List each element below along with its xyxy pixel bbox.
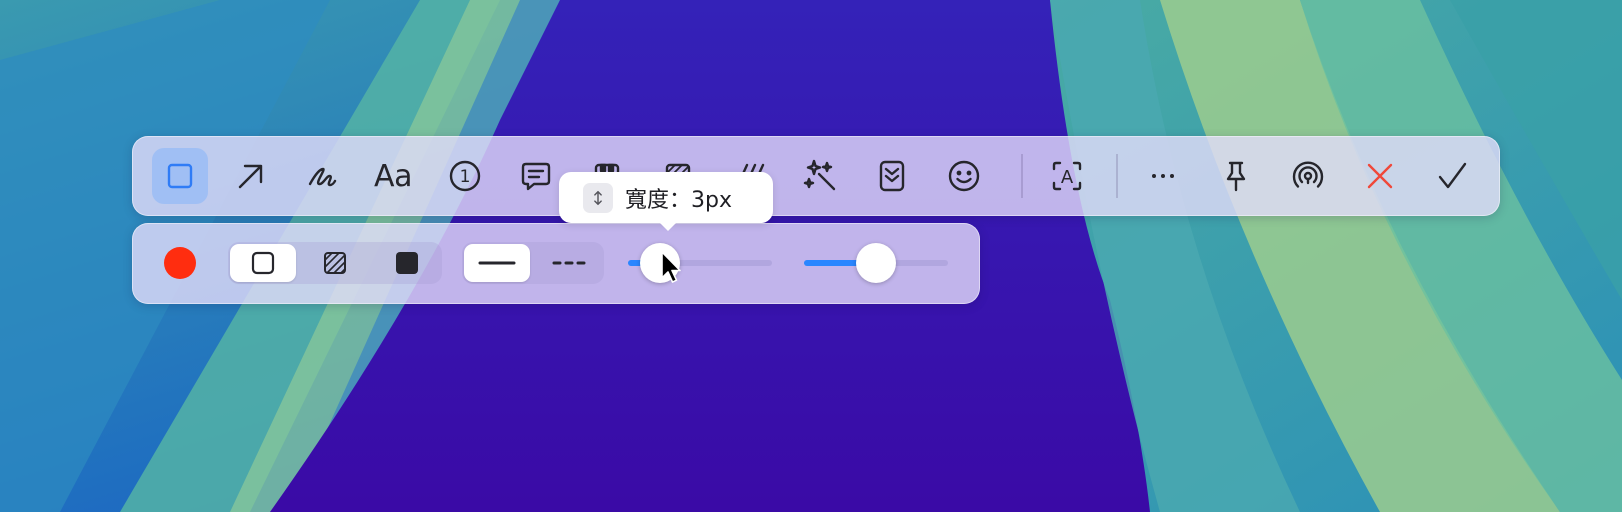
smiley-icon	[948, 160, 980, 192]
outline-square-icon	[251, 251, 275, 275]
share-button[interactable]	[1280, 148, 1336, 204]
annotation-toolbar: Aa 1 A	[132, 136, 1500, 216]
magic-wand-sparkles-icon	[803, 159, 836, 191]
rectangle-tool-button[interactable]	[152, 148, 208, 204]
toolbar-divider	[1021, 154, 1023, 198]
airdrop-icon	[1292, 161, 1324, 188]
arrow-tool-button[interactable]	[223, 148, 279, 204]
solid-line-icon	[478, 261, 516, 265]
fill-mode-solid[interactable]	[374, 244, 440, 282]
scribble-icon	[308, 167, 337, 187]
number-circle-icon: 1	[449, 160, 481, 192]
ocr-button[interactable]: A	[1039, 148, 1095, 204]
tooltip-arrow	[659, 222, 677, 231]
text-tool-button[interactable]: Aa	[365, 148, 421, 204]
checkmark-icon	[1438, 162, 1467, 189]
pen-tool-button[interactable]	[294, 148, 350, 204]
hatched-square-icon	[324, 252, 346, 274]
line-style-selector	[462, 242, 604, 284]
toolbar-divider	[1116, 154, 1118, 198]
line-style-solid[interactable]	[464, 244, 530, 282]
mouse-pointer-icon	[661, 251, 681, 283]
confirm-button[interactable]	[1424, 148, 1480, 204]
line-style-dashed[interactable]	[536, 244, 602, 282]
ocr-letter: A	[1061, 167, 1074, 188]
sticker-tool-button[interactable]	[936, 148, 992, 204]
opacity-slider[interactable]	[804, 243, 948, 283]
text-icon: Aa	[374, 158, 412, 194]
chevrons-down-icon	[879, 160, 905, 192]
vertical-resize-icon	[583, 182, 613, 213]
filled-square-icon	[396, 252, 418, 274]
fill-mode-hatched[interactable]	[302, 244, 368, 282]
color-picker-swatch[interactable]	[164, 247, 196, 279]
square-icon	[167, 163, 193, 189]
speech-bubble-icon	[521, 162, 551, 191]
tooltip-label: 寬度：3px	[625, 187, 732, 213]
counter-number: 1	[460, 167, 471, 187]
more-dots-icon	[1152, 174, 1174, 178]
counter-tool-button[interactable]: 1	[437, 148, 493, 204]
long-screenshot-button[interactable]	[864, 148, 920, 204]
dashed-line-icon	[552, 261, 586, 265]
arrow-up-right-icon	[238, 164, 263, 189]
fill-mode-selector	[228, 242, 442, 284]
cancel-button[interactable]	[1352, 148, 1408, 204]
stroke-width-slider[interactable]	[628, 243, 772, 283]
comment-tool-button[interactable]	[508, 148, 564, 204]
pin-icon	[1226, 161, 1246, 192]
close-icon	[1367, 163, 1393, 189]
magic-tool-button[interactable]	[793, 148, 849, 204]
text-recognition-icon: A	[1052, 161, 1082, 191]
fill-mode-outline[interactable]	[230, 244, 296, 282]
tool-options-bar	[132, 223, 980, 304]
slider-knob[interactable]	[856, 243, 896, 283]
pin-button[interactable]	[1208, 148, 1264, 204]
stroke-width-tooltip: 寬度：3px	[559, 172, 773, 231]
more-button[interactable]	[1135, 148, 1191, 204]
